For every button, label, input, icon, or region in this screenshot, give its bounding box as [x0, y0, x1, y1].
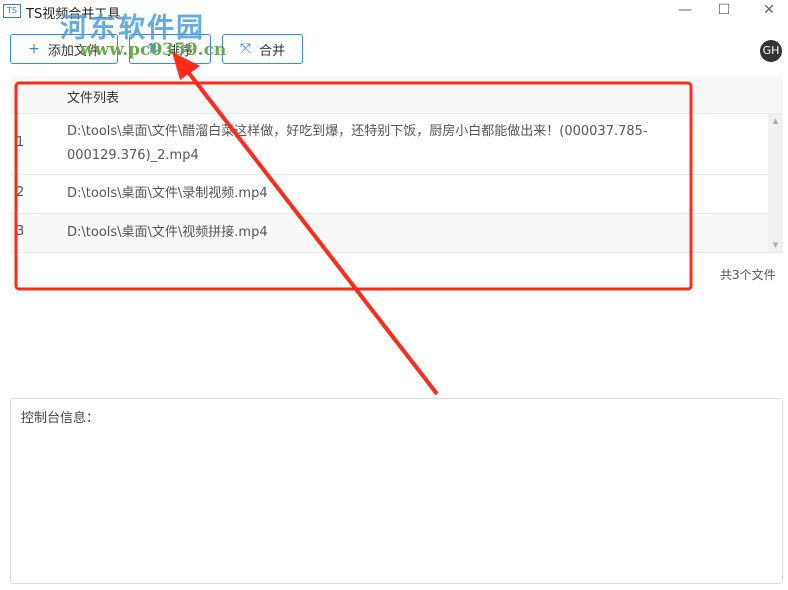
arrow-head-icon [172, 52, 200, 80]
annotation-arrow [183, 66, 439, 396]
annotation-rectangle [14, 81, 693, 291]
annotation-overlay [14, 52, 693, 396]
